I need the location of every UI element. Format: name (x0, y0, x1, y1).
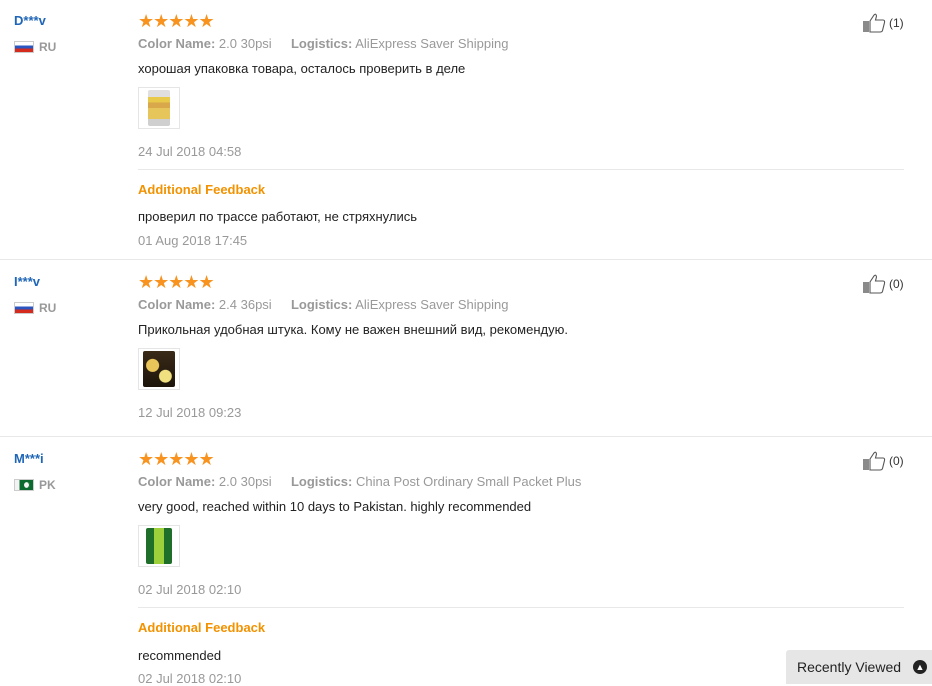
photo-image (148, 90, 170, 126)
country-code: PK (39, 478, 56, 492)
review-photo-thumbnail[interactable] (138, 348, 180, 390)
star-rating: ★★★★★ (138, 449, 215, 469)
logistics-key: Logistics: (290, 297, 353, 312)
star-rating: ★★★★★ (138, 272, 215, 292)
additional-feedback-label: Additional Feedback (138, 182, 266, 197)
logistics-value: AliExpress Saver Shipping (355, 36, 509, 51)
recently-viewed-label: Recently Viewed (797, 659, 902, 675)
logistics-value: China Post Ordinary Small Packet Plus (355, 474, 582, 489)
inner-divider (138, 169, 904, 170)
review-text: very good, reached within 10 days to Pak… (138, 499, 532, 514)
helpful-button[interactable]: (1) (862, 13, 904, 33)
review-date: 02 Jul 2018 02:10 (138, 582, 242, 597)
reviewer-country: RU (14, 301, 56, 315)
review-photo-thumbnail[interactable] (138, 525, 180, 567)
reviewer-name[interactable]: D***v (14, 13, 46, 28)
helpful-button[interactable]: (0) (862, 451, 904, 471)
color-name-value: 2.4 36psi (218, 297, 272, 312)
reviewer-name[interactable]: I***v (14, 274, 40, 289)
additional-feedback-text: recommended (138, 648, 222, 663)
review-text: Прикольная удобная штука. Кому не важен … (138, 322, 568, 337)
reviewer-country: PK (14, 478, 56, 492)
color-name-value: 2.0 30psi (218, 474, 272, 489)
logistics-key: Logistics: (290, 474, 353, 489)
russia-flag-icon (14, 302, 34, 314)
logistics-value: AliExpress Saver Shipping (355, 297, 509, 312)
logistics-key: Logistics: (290, 36, 353, 51)
color-name-key: Color Name: (138, 474, 216, 489)
order-attributes: Color Name: 2.0 30psi Logistics: China P… (138, 474, 581, 489)
inner-divider (138, 607, 904, 608)
review-divider (0, 259, 932, 260)
helpful-count: (0) (889, 277, 904, 291)
helpful-count: (1) (889, 16, 904, 30)
helpful-button[interactable]: (0) (862, 274, 904, 294)
chevron-up-circle-icon: ▲ (913, 660, 927, 674)
helpful-count: (0) (889, 454, 904, 468)
additional-feedback-date: 01 Aug 2018 17:45 (138, 233, 248, 248)
thumbs-up-icon (863, 274, 886, 294)
review-date: 24 Jul 2018 04:58 (138, 144, 242, 159)
order-attributes: Color Name: 2.0 30psi Logistics: AliExpr… (138, 36, 508, 51)
photo-image (143, 351, 175, 387)
review-date: 12 Jul 2018 09:23 (138, 405, 242, 420)
reviewer-name[interactable]: M***i (14, 451, 44, 466)
order-attributes: Color Name: 2.4 36psi Logistics: AliExpr… (138, 297, 508, 312)
star-rating: ★★★★★ (138, 11, 215, 31)
color-name-key: Color Name: (138, 36, 216, 51)
color-name-value: 2.0 30psi (218, 36, 272, 51)
additional-feedback-label: Additional Feedback (138, 620, 266, 635)
reviewer-country: RU (14, 40, 56, 54)
russia-flag-icon (14, 41, 34, 53)
country-code: RU (39, 40, 57, 54)
thumbs-up-icon (863, 451, 886, 471)
review-divider (0, 436, 932, 437)
review-photo-thumbnail[interactable] (138, 87, 180, 129)
pakistan-flag-icon (14, 479, 34, 491)
additional-feedback-text: проверил по трассе работают, не стряхнул… (138, 209, 418, 224)
thumbs-up-icon (863, 13, 886, 33)
country-code: RU (39, 301, 57, 315)
color-name-key: Color Name: (138, 297, 216, 312)
recently-viewed-button[interactable]: Recently Viewed ▲ (786, 650, 932, 684)
photo-image (146, 528, 172, 564)
review-text: хорошая упаковка товара, осталось провер… (138, 61, 466, 76)
